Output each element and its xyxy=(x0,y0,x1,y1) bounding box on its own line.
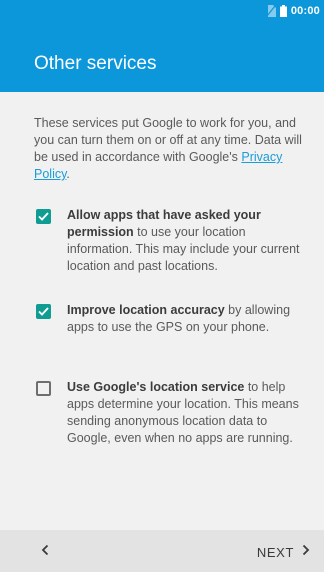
chevron-right-icon xyxy=(302,543,310,561)
back-button[interactable] xyxy=(34,541,56,563)
option-location-permission[interactable]: Allow apps that have asked your permissi… xyxy=(36,207,316,275)
battery-icon xyxy=(279,5,287,17)
app-header: 00:00 Other services xyxy=(0,0,324,92)
option-label: Improve location accuracy by allowing ap… xyxy=(67,302,307,336)
option-label: Use Google's location service to help ap… xyxy=(67,379,307,447)
next-button[interactable]: NEXT xyxy=(257,541,310,563)
status-bar: 00:00 xyxy=(0,0,324,24)
option-google-location-service[interactable]: Use Google's location service to help ap… xyxy=(36,379,316,447)
page-title: Other services xyxy=(34,53,157,74)
checkmark-icon xyxy=(38,307,49,316)
option-location-accuracy[interactable]: Improve location accuracy by allowing ap… xyxy=(36,302,316,336)
main-content: These services put Google to work for yo… xyxy=(0,92,324,530)
location-accuracy-checkbox[interactable] xyxy=(36,304,51,319)
status-icons: 00:00 xyxy=(266,5,320,17)
status-time: 00:00 xyxy=(290,5,320,17)
checkmark-icon xyxy=(38,212,49,221)
option-label-bold: Improve location accuracy xyxy=(67,303,225,317)
location-permission-checkbox[interactable] xyxy=(36,209,51,224)
google-location-service-checkbox[interactable] xyxy=(36,381,51,396)
intro-text-after-link: . xyxy=(66,167,70,181)
no-sim-icon xyxy=(266,5,276,17)
chevron-left-icon xyxy=(41,543,49,561)
option-label-bold: Use Google's location service xyxy=(67,380,245,394)
option-label: Allow apps that have asked your permissi… xyxy=(67,207,307,275)
next-label: NEXT xyxy=(256,544,294,560)
bottom-nav-bar: NEXT xyxy=(0,530,324,572)
intro-text: These services put Google to work for yo… xyxy=(34,115,316,183)
